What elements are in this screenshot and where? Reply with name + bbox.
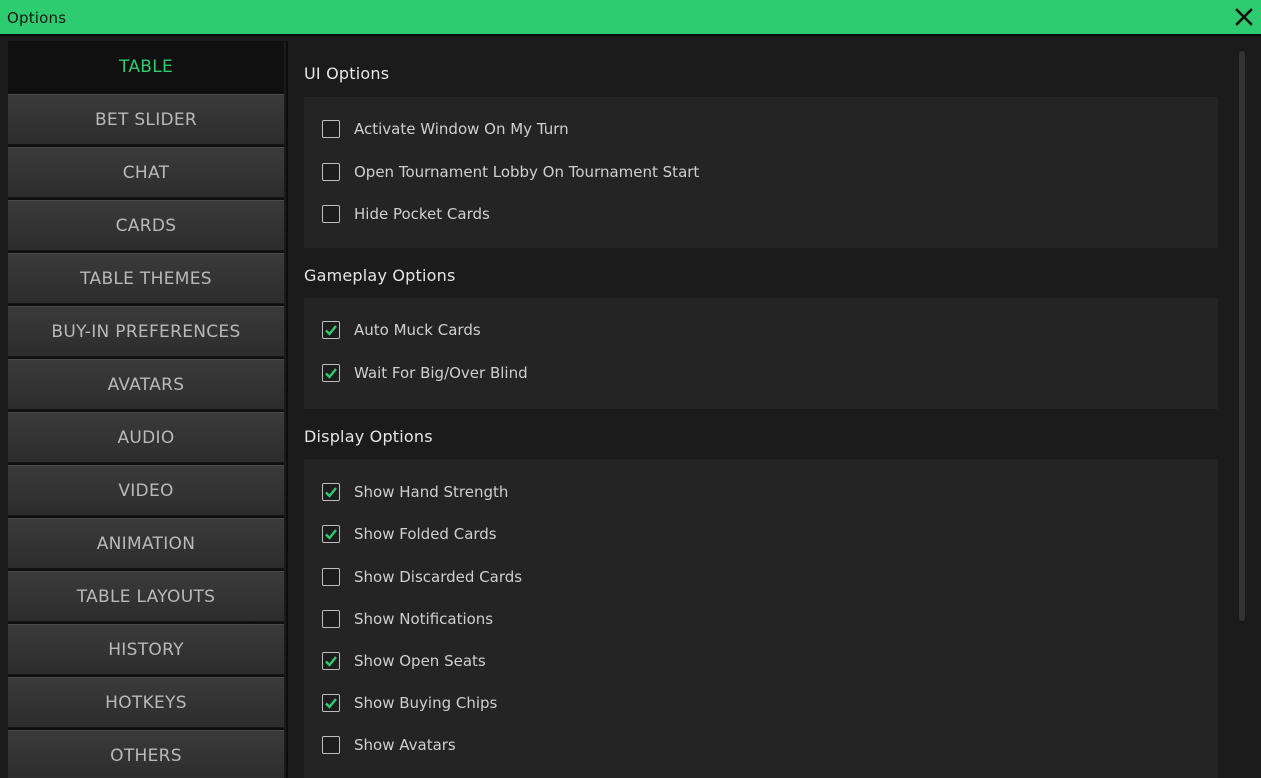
option-label: Hide Pocket Cards xyxy=(354,205,490,223)
option-label: Show Avatars xyxy=(354,736,456,754)
checkbox[interactable] xyxy=(322,321,340,339)
options-sidebar: TABLE BET SLIDER CHAT CARDS TABLE THEMES… xyxy=(8,41,284,778)
option-label: Show Hand Strength xyxy=(354,483,509,501)
gameplay-options-panel: Auto Muck Cards Wait For Big/Over Blind xyxy=(304,298,1218,409)
sidebar-item-table-layouts[interactable]: TABLE LAYOUTS xyxy=(8,571,284,622)
checkmark-icon xyxy=(325,368,337,379)
option-label: Wait For Big/Over Blind xyxy=(354,364,528,382)
sidebar-item-table[interactable]: TABLE xyxy=(8,41,284,92)
window-title: Options xyxy=(7,9,67,27)
option-label: Open Tournament Lobby On Tournament Star… xyxy=(354,163,700,181)
checkbox[interactable] xyxy=(322,610,340,628)
option-label: Show Open Seats xyxy=(354,652,486,670)
section-title-display-options: Display Options xyxy=(304,427,433,446)
option-label: Activate Window On My Turn xyxy=(354,120,569,138)
checkbox[interactable] xyxy=(322,205,340,223)
checkbox[interactable] xyxy=(322,163,340,181)
sidebar-item-table-themes[interactable]: TABLE THEMES xyxy=(8,253,284,304)
options-content: UI Options Activate Window On My Turn Op… xyxy=(286,41,1261,778)
checkbox[interactable] xyxy=(322,736,340,754)
checkmark-icon xyxy=(325,529,337,540)
section-title-ui-options: UI Options xyxy=(304,64,390,83)
title-bar[interactable]: Options xyxy=(0,0,1261,36)
checkbox[interactable] xyxy=(322,525,340,543)
option-label: Show Discarded Cards xyxy=(354,568,523,586)
section-title-gameplay-options: Gameplay Options xyxy=(304,266,456,285)
option-label: Show Folded Cards xyxy=(354,525,497,543)
checkbox[interactable] xyxy=(322,694,340,712)
close-button[interactable] xyxy=(1231,4,1257,30)
checkmark-icon xyxy=(325,698,337,709)
option-label: Show Notifications xyxy=(354,610,494,628)
sidebar-item-avatars[interactable]: AVATARS xyxy=(8,359,284,410)
sidebar-item-animation[interactable]: ANIMATION xyxy=(8,518,284,569)
option-label: Auto Muck Cards xyxy=(354,321,481,339)
checkmark-icon xyxy=(325,656,337,667)
sidebar-item-others[interactable]: OTHERS xyxy=(8,730,284,778)
checkbox[interactable] xyxy=(322,364,340,382)
sidebar-item-hotkeys[interactable]: HOTKEYS xyxy=(8,677,284,728)
sidebar-item-bet-slider[interactable]: BET SLIDER xyxy=(8,94,284,145)
sidebar-item-audio[interactable]: AUDIO xyxy=(8,412,284,463)
checkbox[interactable] xyxy=(322,483,340,501)
checkmark-icon xyxy=(325,325,337,336)
checkbox[interactable] xyxy=(322,120,340,138)
checkmark-icon xyxy=(325,487,337,498)
sidebar-item-buy-in-preferences[interactable]: BUY-IN PREFERENCES xyxy=(8,306,284,357)
sidebar-item-cards[interactable]: CARDS xyxy=(8,200,284,251)
checkbox[interactable] xyxy=(322,568,340,586)
sidebar-item-chat[interactable]: CHAT xyxy=(8,147,284,198)
display-options-panel: Show Hand Strength Show Folded Cards Sho… xyxy=(304,459,1218,778)
close-icon xyxy=(1235,8,1253,26)
sidebar-item-video[interactable]: VIDEO xyxy=(8,465,284,516)
option-label: Show Buying Chips xyxy=(354,694,498,712)
ui-options-panel: Activate Window On My Turn Open Tourname… xyxy=(304,97,1218,248)
sidebar-item-history[interactable]: HISTORY xyxy=(8,624,284,675)
vertical-scrollbar[interactable] xyxy=(1239,51,1245,621)
checkbox[interactable] xyxy=(322,652,340,670)
options-window: Options TABLE BET SLIDER CHAT CARDS TABL… xyxy=(0,0,1261,778)
